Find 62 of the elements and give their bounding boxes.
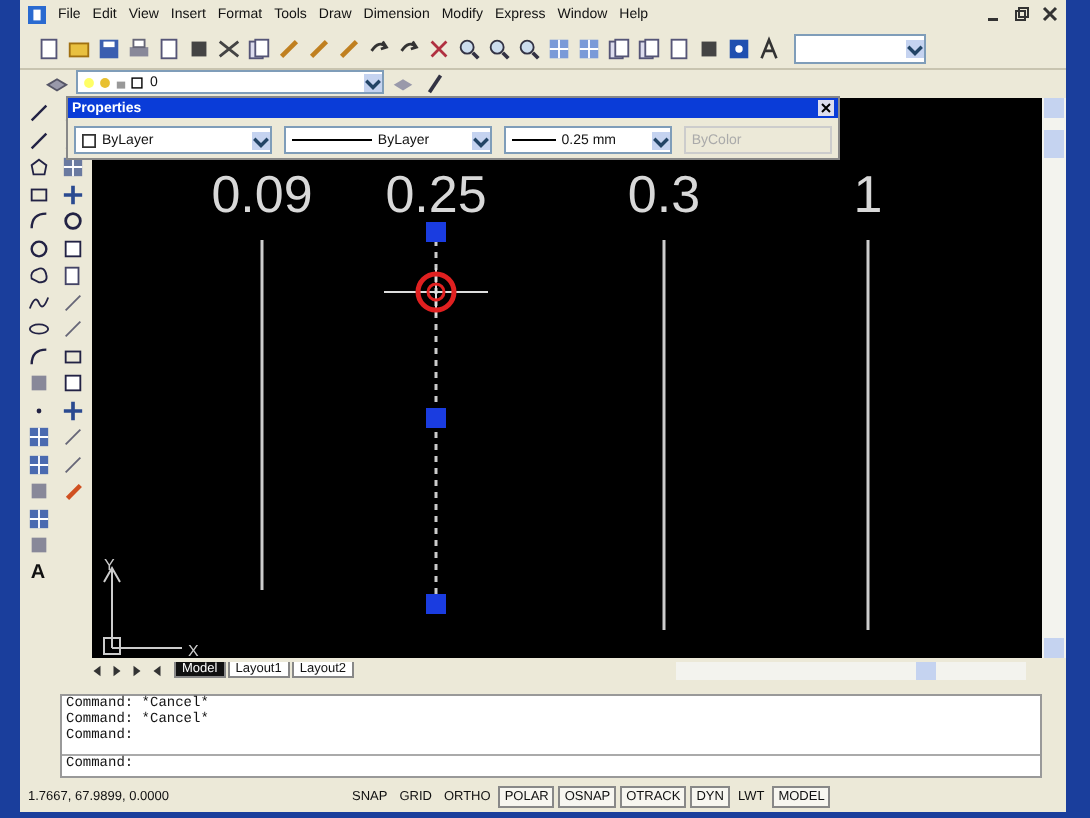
restore-icon[interactable] (1014, 6, 1030, 22)
vertical-scrollbar[interactable] (1042, 98, 1066, 658)
pencil-icon[interactable] (61, 480, 83, 502)
line-sample-icon (511, 136, 556, 144)
pages-icon[interactable] (246, 35, 272, 61)
pages-icon[interactable] (636, 35, 662, 61)
caret-icon (906, 39, 924, 57)
dimension-text: 0.3 (627, 164, 701, 224)
grid-icon[interactable] (27, 453, 49, 475)
sun-icon (98, 75, 112, 89)
dimension-text: 1 (853, 164, 883, 224)
rect-icon[interactable] (61, 345, 83, 367)
polygon-icon[interactable] (27, 156, 49, 178)
doc-icon[interactable] (156, 35, 182, 61)
ucs-axes (103, 566, 183, 655)
pages-icon[interactable] (606, 35, 632, 61)
close-icon[interactable] (818, 100, 834, 116)
bulb-icon (82, 75, 96, 89)
square-icon[interactable] (61, 372, 83, 394)
circle-icon[interactable] (27, 237, 49, 259)
page-icon[interactable] (36, 35, 62, 61)
crosshair-cursor (383, 267, 489, 317)
caret-icon (651, 131, 670, 149)
square-icon[interactable] (61, 237, 83, 259)
line-icon[interactable] (27, 102, 49, 124)
text-style-icon[interactable] (756, 35, 782, 61)
rect-icon[interactable] (27, 183, 49, 205)
spline-icon[interactable] (27, 291, 49, 313)
color-swatch-icon (82, 133, 96, 147)
dimension-text: 0.09 (211, 164, 313, 224)
line-icon[interactable] (27, 129, 49, 151)
grip-handle[interactable] (426, 222, 446, 242)
zoom-icon[interactable] (486, 35, 512, 61)
arc-icon[interactable] (27, 210, 49, 232)
grip-handle[interactable] (426, 594, 446, 614)
app-icon (28, 5, 46, 23)
plus-icon[interactable] (61, 183, 83, 205)
caret-icon (251, 131, 270, 149)
grid-icon[interactable] (27, 507, 49, 529)
zoom-icon[interactable] (456, 35, 482, 61)
style-dropdown[interactable] (794, 33, 926, 63)
horizontal-scrollbar[interactable] (676, 661, 1026, 679)
square-icon (130, 75, 144, 89)
caret-icon (364, 73, 382, 91)
axis-label: X (188, 642, 199, 658)
pages-icon[interactable] (61, 264, 83, 286)
text-tool[interactable]: A (30, 561, 46, 583)
caret-icon (471, 131, 490, 149)
printer-icon[interactable] (126, 35, 152, 61)
grip-handle[interactable] (426, 408, 446, 428)
zoom-icon[interactable] (516, 35, 542, 61)
pencil-icon[interactable] (306, 35, 332, 61)
circle-icon[interactable] (61, 210, 83, 232)
dimension-text: 0.25 (385, 164, 487, 224)
axis-label: Y (104, 556, 115, 574)
arc-icon[interactable] (27, 345, 49, 367)
close-icon[interactable] (1042, 6, 1058, 22)
ellipse-icon[interactable] (27, 318, 49, 340)
plus-icon[interactable] (61, 399, 83, 421)
grid-icon[interactable] (27, 426, 49, 448)
doc-icon[interactable] (666, 35, 692, 61)
line-sample-icon (291, 136, 372, 144)
